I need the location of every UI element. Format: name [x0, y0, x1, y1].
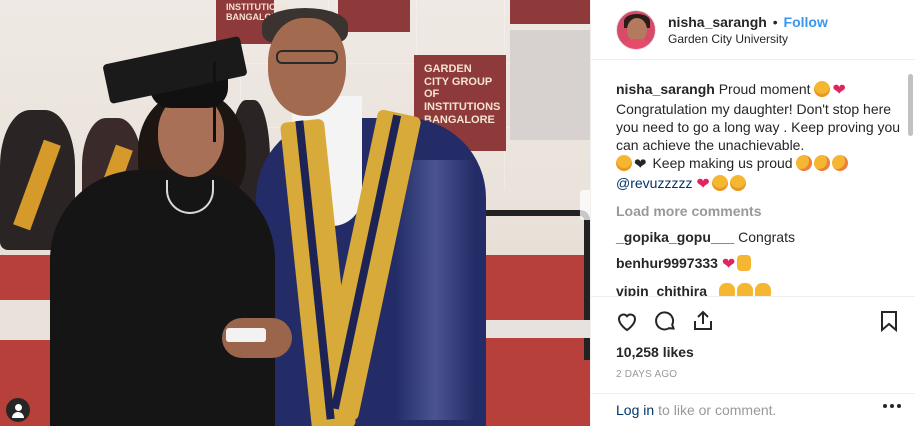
comment-username[interactable]: benhur9997333	[616, 255, 718, 271]
comment-item: benhur9997333 ❤	[616, 254, 902, 274]
post-header: nisha_sarangh • Follow Garden City Unive…	[591, 0, 915, 60]
kiss-emoji-icon	[832, 155, 849, 171]
graduate-gown	[50, 170, 275, 426]
more-dots-icon[interactable]	[883, 404, 901, 408]
stage-chair-seat	[475, 320, 590, 338]
comments-scrollbar[interactable]	[908, 74, 913, 136]
cap-tassel	[213, 62, 216, 142]
clap-emoji-icon	[736, 283, 753, 296]
footer-text: to like or comment.	[658, 402, 777, 418]
caption-username[interactable]: nisha_sarangh	[616, 81, 715, 97]
caption: nisha_sarangh Proud moment ❤ Congratulat…	[616, 80, 902, 194]
header-text: nisha_sarangh • Follow Garden City Unive…	[668, 13, 828, 47]
backdrop-banner	[510, 0, 590, 24]
kiss-emoji-icon	[814, 155, 831, 171]
share-icon[interactable]	[689, 307, 717, 335]
smiling-emoji-icon	[814, 81, 831, 97]
user-tag-icon[interactable]	[6, 398, 30, 422]
heart-emoji-icon: ❤	[721, 256, 736, 273]
backdrop-banner	[338, 0, 410, 32]
dot	[890, 404, 894, 408]
clap-emoji-icon	[754, 283, 771, 296]
caption-text-1: Proud moment	[718, 81, 811, 97]
post-side-panel: nisha_sarangh • Follow Garden City Unive…	[590, 0, 915, 426]
likes-count[interactable]: 10,258 likes	[616, 344, 694, 360]
caption-text-2: Congratulation my daughter! Don't stop h…	[616, 101, 901, 153]
avatar-body	[621, 38, 653, 49]
next-photo-edge[interactable]	[580, 190, 590, 220]
comment-username[interactable]: vipin_chithira_	[616, 283, 715, 296]
heart-outline-icon[interactable]	[613, 307, 641, 335]
smiling-emoji-icon	[616, 155, 632, 171]
hug-emoji-icon	[711, 175, 728, 191]
separator-dot: •	[772, 13, 778, 30]
backdrop-panel	[510, 30, 590, 140]
clap-emoji-icon	[718, 283, 735, 296]
dot	[883, 404, 887, 408]
heart-emoji-icon: ❤	[696, 176, 710, 193]
heart-emoji-icon: ❤	[832, 82, 846, 99]
comment-item: _gopika_gopu___ Congrats	[616, 228, 902, 246]
post-footer: Log in to like or comment.	[591, 393, 915, 426]
post-date[interactable]: 2 DAYS AGO	[616, 369, 677, 380]
user-tag-head	[14, 404, 22, 411]
caption-text-3: Keep making us proud	[652, 155, 793, 171]
comments-section: nisha_sarangh Proud moment ❤ Congratulat…	[591, 60, 915, 296]
comment-username[interactable]: _gopika_gopu___	[616, 229, 734, 245]
comment-bubble-icon[interactable]	[651, 307, 679, 335]
instagram-post: Institutions Bangalore Garden City Group…	[0, 0, 915, 426]
bookmark-icon[interactable]	[875, 307, 903, 335]
login-link[interactable]: Log in	[616, 402, 654, 418]
comment-text: Congrats	[738, 229, 795, 245]
load-more-comments-button[interactable]: Load more comments	[616, 202, 902, 220]
dot	[897, 404, 901, 408]
mention-link[interactable]: @revuzzzzz	[616, 175, 692, 191]
thumbs-up-emoji-icon	[737, 255, 752, 271]
avatar-face	[627, 17, 647, 42]
black-heart-emoji-icon: ❤	[634, 156, 647, 173]
user-tag-body	[12, 412, 24, 418]
username-link[interactable]: nisha_sarangh	[668, 14, 767, 30]
degree-scroll	[226, 328, 266, 342]
header-line: nisha_sarangh • Follow	[668, 13, 828, 31]
hug-emoji-icon	[729, 175, 746, 191]
post-photo[interactable]: Institutions Bangalore Garden City Group…	[0, 0, 590, 426]
glasses	[276, 50, 338, 64]
follow-button[interactable]: Follow	[784, 14, 828, 30]
location-link[interactable]: Garden City University	[668, 31, 828, 47]
avatar[interactable]	[616, 9, 656, 50]
chancellor-face	[268, 18, 346, 116]
kiss-emoji-icon	[796, 155, 813, 171]
robe-sheen	[395, 160, 475, 420]
comment-item: vipin_chithira_	[616, 282, 902, 296]
